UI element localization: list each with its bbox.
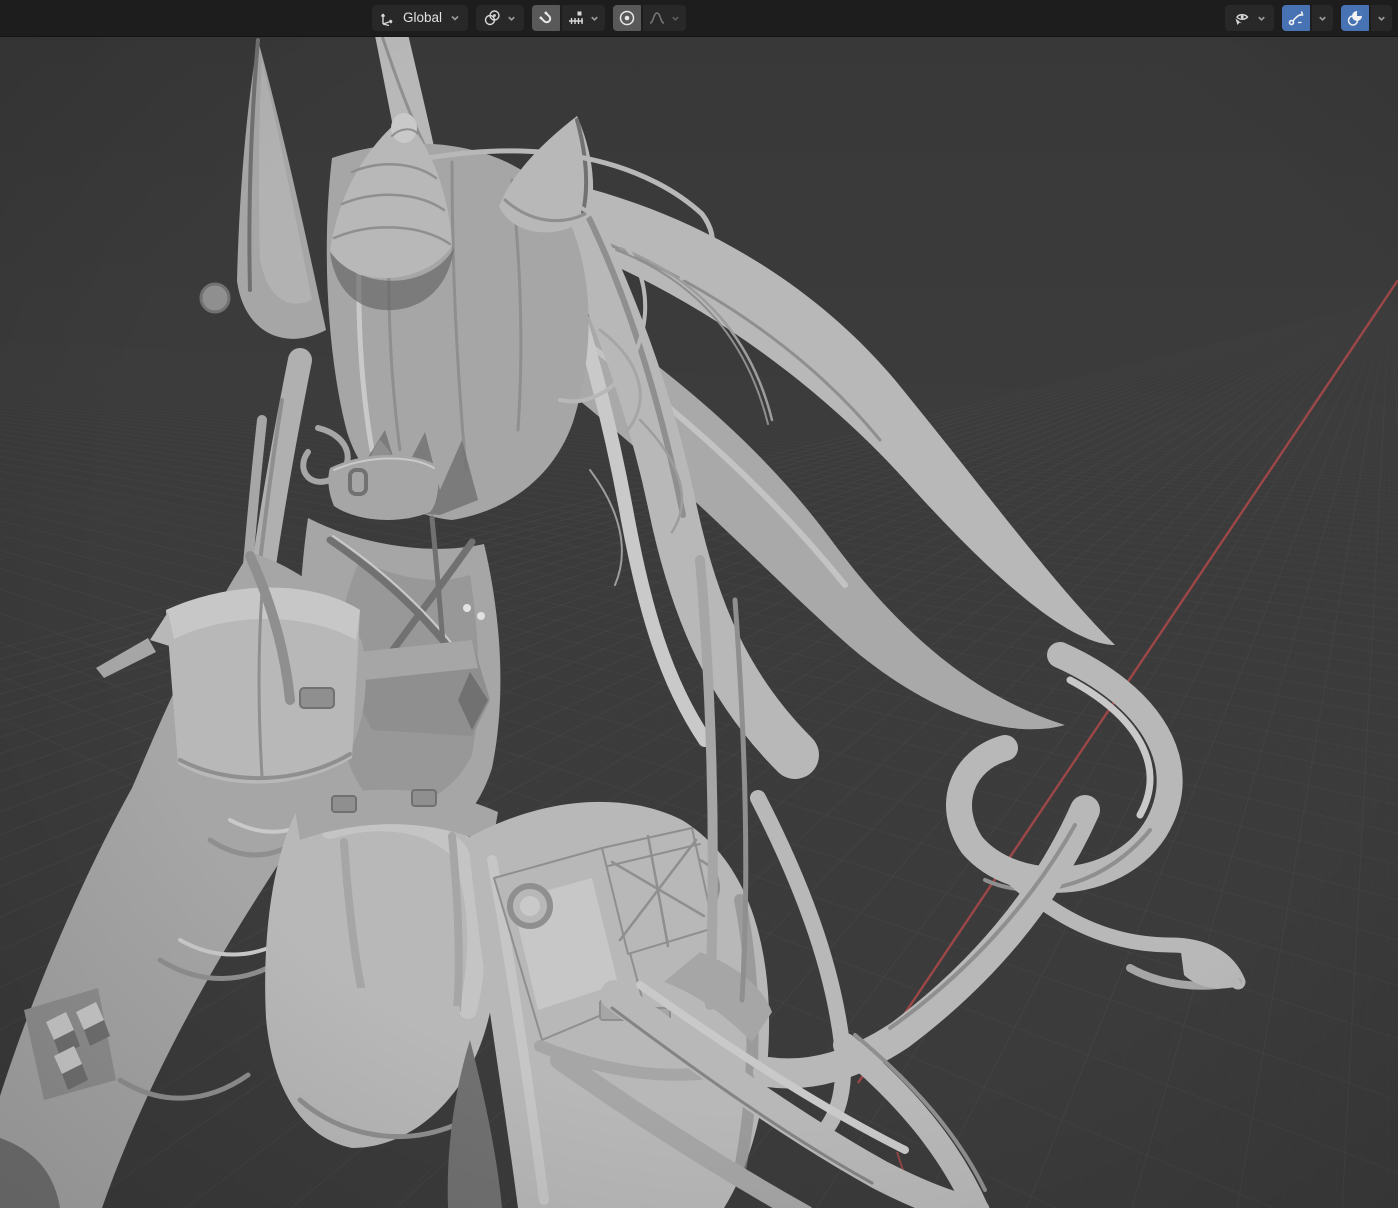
chevron-down-icon <box>449 12 461 24</box>
chevron-down-icon <box>1317 13 1328 24</box>
proportional-editing-icon <box>618 9 636 27</box>
overlays-controls <box>1341 5 1392 31</box>
transform-orientation-dropdown[interactable]: Global <box>372 5 469 31</box>
overlays-icon <box>1346 11 1362 27</box>
proportional-editing-controls <box>613 5 687 31</box>
transform-orientation-icon <box>379 10 396 27</box>
chevron-down-icon <box>1256 13 1267 24</box>
chevron-down-icon <box>506 13 517 24</box>
snap-toggle[interactable] <box>532 5 561 31</box>
snap-controls <box>532 5 606 31</box>
choker <box>328 454 439 520</box>
snap-magnet-icon <box>537 9 555 27</box>
proportional-falloff-dropdown[interactable] <box>643 5 687 31</box>
gizmos-icon <box>1287 9 1305 27</box>
blender-window: Global <box>0 0 1398 1208</box>
gizmos-controls <box>1282 5 1333 31</box>
viewport-header: Global <box>0 0 1398 37</box>
smooth-falloff-icon <box>648 9 666 27</box>
show-object-types-dropdown[interactable] <box>1225 5 1274 31</box>
gizmos-dropdown[interactable] <box>1312 5 1333 31</box>
overlays-dropdown[interactable] <box>1371 5 1392 31</box>
headphone-disc <box>199 282 231 314</box>
gizmos-toggle[interactable] <box>1282 5 1310 31</box>
viewport-3d[interactable] <box>0 0 1398 1208</box>
chevron-down-icon <box>670 13 681 24</box>
transform-pivot-dropdown[interactable] <box>476 5 525 31</box>
snap-increment-icon <box>567 11 585 27</box>
chevron-down-icon <box>589 13 600 24</box>
snap-settings-dropdown[interactable] <box>562 5 606 31</box>
pivot-point-icon <box>483 9 501 27</box>
proportional-editing-toggle[interactable] <box>613 5 642 31</box>
chevron-down-icon <box>1376 13 1387 24</box>
transform-orientation-label: Global <box>403 10 443 25</box>
show-object-types-icon <box>1235 9 1251 25</box>
overlays-toggle[interactable] <box>1341 5 1369 31</box>
